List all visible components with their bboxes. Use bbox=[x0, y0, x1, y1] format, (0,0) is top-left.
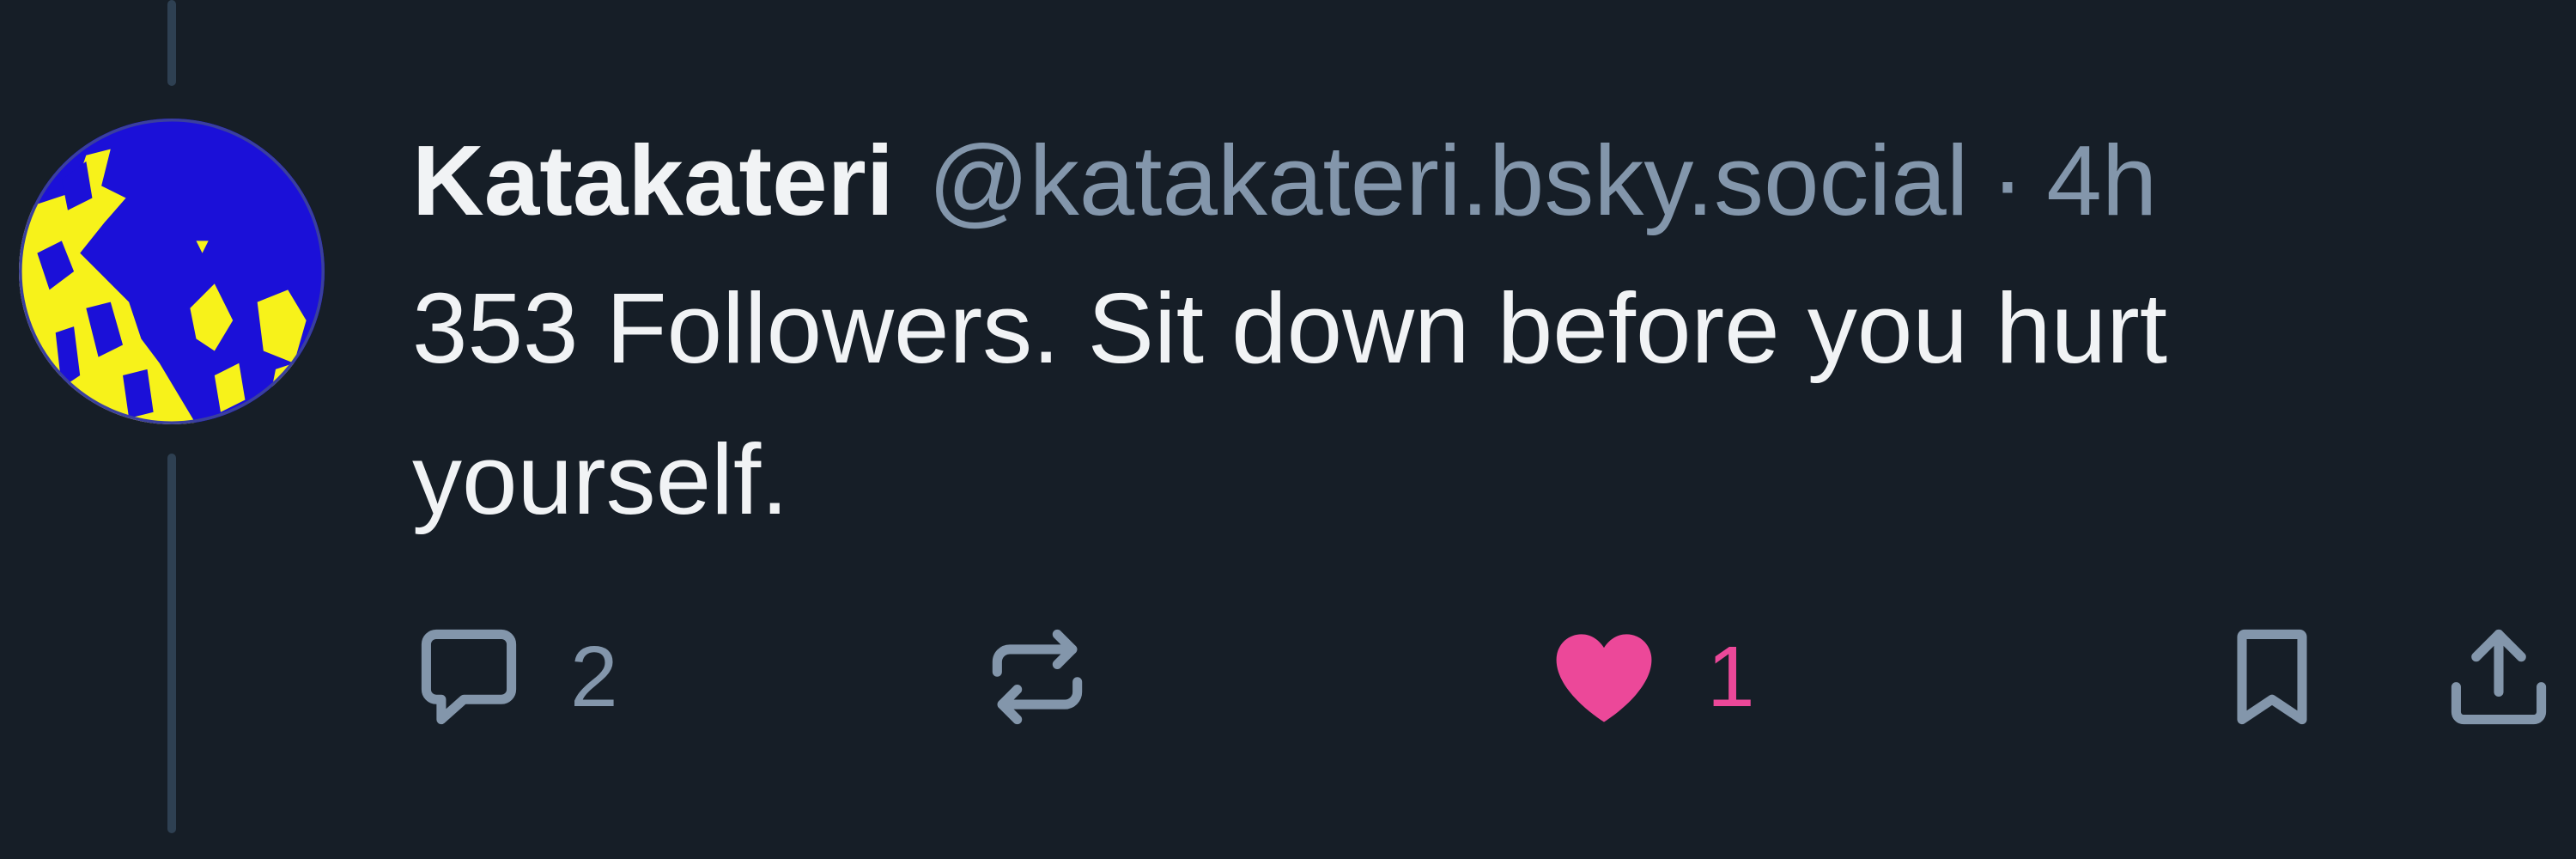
share-upload-icon bbox=[2439, 617, 2559, 737]
thread-line-bottom bbox=[167, 454, 176, 833]
post-actions: 2 1 bbox=[409, 617, 2555, 737]
avatar-image bbox=[19, 119, 325, 424]
post-timestamp[interactable]: 4h bbox=[2046, 112, 2157, 249]
post-text: 353 Followers. Sit down before you hurt … bbox=[412, 272, 2167, 535]
repost-arrows-icon bbox=[977, 617, 1097, 737]
repost-button[interactable] bbox=[977, 617, 1097, 737]
reply-count: 2 bbox=[570, 629, 618, 725]
post-meta: Katakateri @katakateri.bsky.social · 4h bbox=[412, 112, 2490, 249]
bookmark-button[interactable] bbox=[2212, 617, 2332, 737]
author-handle[interactable]: @katakateri.bsky.social bbox=[928, 112, 1969, 249]
bookmark-icon bbox=[2212, 617, 2332, 737]
avatar[interactable] bbox=[19, 119, 325, 424]
speech-bubble-icon bbox=[409, 617, 529, 737]
reply-button[interactable]: 2 bbox=[409, 617, 618, 737]
thread-line-top bbox=[167, 0, 176, 86]
like-button[interactable]: 1 bbox=[1544, 617, 1755, 737]
like-count: 1 bbox=[1707, 629, 1755, 725]
meta-separator: · bbox=[1990, 125, 2025, 236]
share-button[interactable] bbox=[2439, 617, 2559, 737]
author-display-name[interactable]: Katakateri bbox=[412, 112, 894, 249]
heart-icon bbox=[1544, 617, 1664, 737]
post-content: Katakateri @katakateri.bsky.social · 4h … bbox=[412, 112, 2490, 555]
post-card[interactable]: Katakateri @katakateri.bsky.social · 4h … bbox=[0, 0, 2576, 859]
